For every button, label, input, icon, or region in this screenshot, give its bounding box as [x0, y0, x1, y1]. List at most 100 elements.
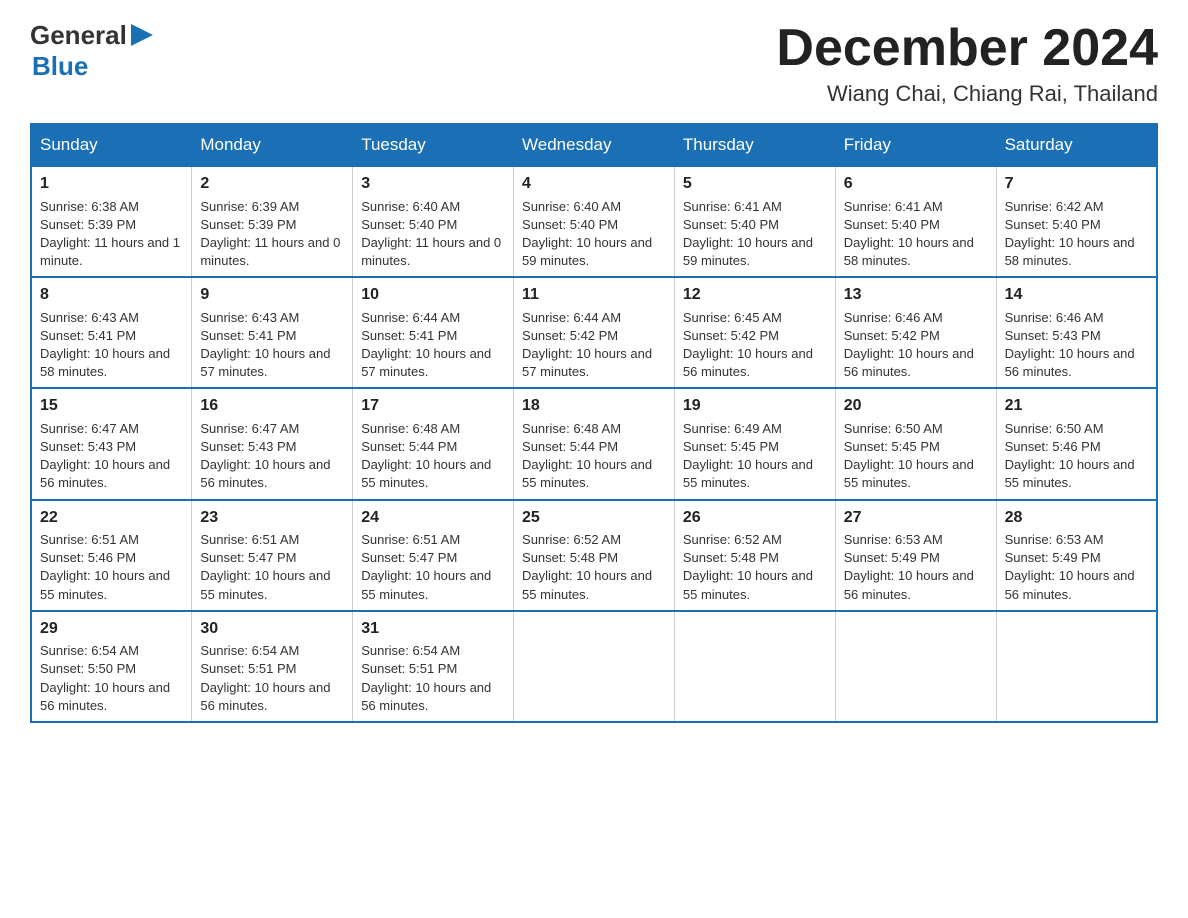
calendar-week-row: 15 Sunrise: 6:47 AMSunset: 5:43 PMDayligh… — [31, 388, 1157, 499]
calendar-week-row: 22 Sunrise: 6:51 AMSunset: 5:46 PMDayligh… — [31, 500, 1157, 611]
calendar-title-area: December 2024 Wiang Chai, Chiang Rai, Th… — [776, 20, 1158, 107]
day-info: Sunrise: 6:39 AMSunset: 5:39 PMDaylight:… — [200, 199, 340, 269]
day-info: Sunrise: 6:51 AMSunset: 5:46 PMDaylight:… — [40, 532, 170, 602]
day-number: 24 — [361, 507, 505, 529]
day-number: 5 — [683, 173, 827, 195]
calendar-cell: 10 Sunrise: 6:44 AMSunset: 5:41 PMDayligh… — [353, 277, 514, 388]
calendar-cell — [835, 611, 996, 722]
calendar-cell: 23 Sunrise: 6:51 AMSunset: 5:47 PMDayligh… — [192, 500, 353, 611]
calendar-cell — [674, 611, 835, 722]
day-info: Sunrise: 6:40 AMSunset: 5:40 PMDaylight:… — [361, 199, 501, 269]
day-number: 19 — [683, 395, 827, 417]
calendar-cell: 30Sunrise: 6:54 AMSunset: 5:51 PMDayligh… — [192, 611, 353, 722]
day-number: 9 — [200, 284, 344, 306]
day-number: 1 — [40, 173, 183, 195]
day-number: 26 — [683, 507, 827, 529]
day-info: Sunrise: 6:48 AMSunset: 5:44 PMDaylight:… — [522, 421, 652, 491]
day-number: 28 — [1005, 507, 1148, 529]
day-number: 15 — [40, 395, 183, 417]
day-info: Sunrise: 6:53 AMSunset: 5:49 PMDaylight:… — [1005, 532, 1135, 602]
day-info: Sunrise: 6:45 AMSunset: 5:42 PMDaylight:… — [683, 310, 813, 380]
calendar-week-row: 1Sunrise: 6:38 AMSunset: 5:39 PMDaylight… — [31, 166, 1157, 277]
day-info: Sunrise: 6:40 AMSunset: 5:40 PMDaylight:… — [522, 199, 652, 269]
day-number: 6 — [844, 173, 988, 195]
calendar-cell: 13 Sunrise: 6:46 AMSunset: 5:42 PMDayligh… — [835, 277, 996, 388]
day-header-monday: Monday — [192, 124, 353, 166]
calendar-cell: 20 Sunrise: 6:50 AMSunset: 5:45 PMDayligh… — [835, 388, 996, 499]
calendar-cell: 2 Sunrise: 6:39 AMSunset: 5:39 PMDaylight… — [192, 166, 353, 277]
day-number: 13 — [844, 284, 988, 306]
calendar-cell: 21 Sunrise: 6:50 AMSunset: 5:46 PMDayligh… — [996, 388, 1157, 499]
calendar-cell: 9 Sunrise: 6:43 AMSunset: 5:41 PMDaylight… — [192, 277, 353, 388]
calendar-cell: 29 Sunrise: 6:54 AMSunset: 5:50 PMDayligh… — [31, 611, 192, 722]
day-info: Sunrise: 6:47 AMSunset: 5:43 PMDaylight:… — [40, 421, 170, 491]
calendar-cell: 1Sunrise: 6:38 AMSunset: 5:39 PMDaylight… — [31, 166, 192, 277]
day-header-tuesday: Tuesday — [353, 124, 514, 166]
calendar-cell: 26Sunrise: 6:52 AMSunset: 5:48 PMDayligh… — [674, 500, 835, 611]
calendar-cell: 4 Sunrise: 6:40 AMSunset: 5:40 PMDaylight… — [514, 166, 675, 277]
calendar-cell — [514, 611, 675, 722]
day-info: Sunrise: 6:52 AMSunset: 5:48 PMDaylight:… — [522, 532, 652, 602]
day-number: 8 — [40, 284, 183, 306]
day-info: Sunrise: 6:53 AMSunset: 5:49 PMDaylight:… — [844, 532, 974, 602]
calendar-cell: 25 Sunrise: 6:52 AMSunset: 5:48 PMDayligh… — [514, 500, 675, 611]
day-info: Sunrise: 6:46 AMSunset: 5:43 PMDaylight:… — [1005, 310, 1135, 380]
day-header-sunday: Sunday — [31, 124, 192, 166]
day-info: Sunrise: 6:50 AMSunset: 5:45 PMDaylight:… — [844, 421, 974, 491]
day-number: 2 — [200, 173, 344, 195]
calendar-cell: 17 Sunrise: 6:48 AMSunset: 5:44 PMDayligh… — [353, 388, 514, 499]
calendar-cell: 14 Sunrise: 6:46 AMSunset: 5:43 PMDayligh… — [996, 277, 1157, 388]
day-number: 27 — [844, 507, 988, 529]
logo-blue-text: Blue — [32, 51, 88, 81]
day-info: Sunrise: 6:44 AMSunset: 5:41 PMDaylight:… — [361, 310, 491, 380]
day-header-wednesday: Wednesday — [514, 124, 675, 166]
day-number: 14 — [1005, 284, 1148, 306]
day-info: Sunrise: 6:43 AMSunset: 5:41 PMDaylight:… — [40, 310, 170, 380]
page-header: General Blue December 2024 Wiang Chai, C… — [30, 20, 1158, 107]
day-number: 25 — [522, 507, 666, 529]
logo-arrow-icon — [131, 24, 153, 51]
day-number: 17 — [361, 395, 505, 417]
calendar-week-row: 8 Sunrise: 6:43 AMSunset: 5:41 PMDaylight… — [31, 277, 1157, 388]
day-info: Sunrise: 6:43 AMSunset: 5:41 PMDaylight:… — [200, 310, 330, 380]
day-number: 31 — [361, 618, 505, 640]
calendar-cell: 27 Sunrise: 6:53 AMSunset: 5:49 PMDayligh… — [835, 500, 996, 611]
day-number: 4 — [522, 173, 666, 195]
logo: General Blue — [30, 20, 153, 82]
day-header-saturday: Saturday — [996, 124, 1157, 166]
day-number: 29 — [40, 618, 183, 640]
day-info: Sunrise: 6:48 AMSunset: 5:44 PMDaylight:… — [361, 421, 491, 491]
calendar-cell: 5Sunrise: 6:41 AMSunset: 5:40 PMDaylight… — [674, 166, 835, 277]
day-info: Sunrise: 6:51 AMSunset: 5:47 PMDaylight:… — [361, 532, 491, 602]
calendar-cell: 8 Sunrise: 6:43 AMSunset: 5:41 PMDaylight… — [31, 277, 192, 388]
day-number: 21 — [1005, 395, 1148, 417]
day-info: Sunrise: 6:50 AMSunset: 5:46 PMDaylight:… — [1005, 421, 1135, 491]
day-info: Sunrise: 6:42 AMSunset: 5:40 PMDaylight:… — [1005, 199, 1135, 269]
calendar-cell: 7 Sunrise: 6:42 AMSunset: 5:40 PMDaylight… — [996, 166, 1157, 277]
day-number: 3 — [361, 173, 505, 195]
day-info: Sunrise: 6:51 AMSunset: 5:47 PMDaylight:… — [200, 532, 330, 602]
logo-general-text: General — [30, 20, 127, 51]
day-info: Sunrise: 6:46 AMSunset: 5:42 PMDaylight:… — [844, 310, 974, 380]
day-number: 20 — [844, 395, 988, 417]
day-number: 18 — [522, 395, 666, 417]
day-number: 22 — [40, 507, 183, 529]
month-year-title: December 2024 — [776, 20, 1158, 77]
day-info: Sunrise: 6:47 AMSunset: 5:43 PMDaylight:… — [200, 421, 330, 491]
calendar-table: SundayMondayTuesdayWednesdayThursdayFrid… — [30, 123, 1158, 723]
day-number: 7 — [1005, 173, 1148, 195]
day-number: 23 — [200, 507, 344, 529]
day-number: 10 — [361, 284, 505, 306]
day-info: Sunrise: 6:54 AMSunset: 5:50 PMDaylight:… — [40, 643, 170, 713]
calendar-cell: 18 Sunrise: 6:48 AMSunset: 5:44 PMDayligh… — [514, 388, 675, 499]
calendar-cell: 15 Sunrise: 6:47 AMSunset: 5:43 PMDayligh… — [31, 388, 192, 499]
day-number: 12 — [683, 284, 827, 306]
day-number: 30 — [200, 618, 344, 640]
days-header-row: SundayMondayTuesdayWednesdayThursdayFrid… — [31, 124, 1157, 166]
day-number: 16 — [200, 395, 344, 417]
day-number: 11 — [522, 284, 666, 306]
day-info: Sunrise: 6:54 AMSunset: 5:51 PMDaylight:… — [361, 643, 491, 713]
day-header-friday: Friday — [835, 124, 996, 166]
day-info: Sunrise: 6:49 AMSunset: 5:45 PMDaylight:… — [683, 421, 813, 491]
calendar-week-row: 29 Sunrise: 6:54 AMSunset: 5:50 PMDayligh… — [31, 611, 1157, 722]
